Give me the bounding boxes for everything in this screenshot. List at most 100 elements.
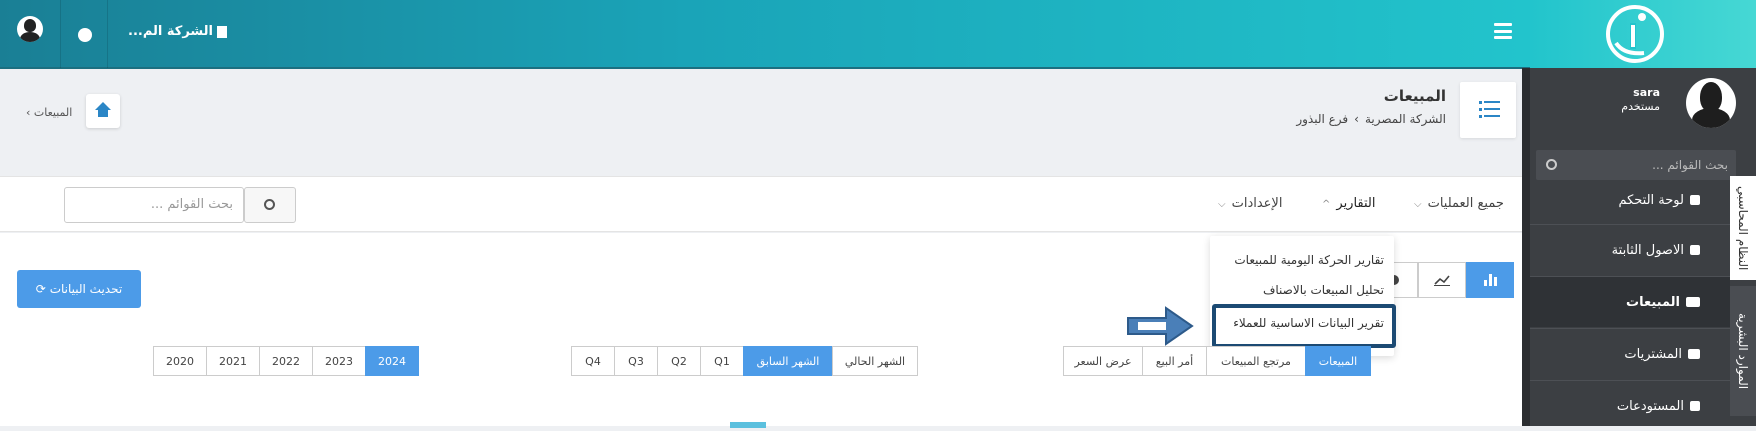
menu-label: جميع العمليات <box>1427 196 1504 211</box>
menu-settings[interactable]: الإعدادات ⌵ <box>1218 196 1282 211</box>
user-avatar[interactable] <box>1686 78 1736 128</box>
filter-label: 2024 <box>378 354 406 368</box>
highlight-box <box>1212 304 1396 348</box>
breadcrumb-item[interactable]: الشركة المصرية <box>1365 112 1446 126</box>
breadcrumb-current: المبيعات › <box>26 106 73 119</box>
sidebar-search-placeholder: بحث القوائم ... <box>1652 158 1728 172</box>
divider <box>60 0 61 68</box>
globe-icon[interactable] <box>78 28 92 42</box>
home-button[interactable] <box>86 94 120 128</box>
line-chart-icon <box>1434 275 1450 286</box>
search-placeholder: بحث القوائم ... <box>150 197 233 212</box>
filter-quote[interactable]: عرض السعر <box>1063 346 1143 376</box>
sidebar-item-label: الاصول الثابتة <box>1611 242 1684 258</box>
tab-label: النظام المحاسبي <box>1736 185 1750 271</box>
filter-sales-order[interactable]: أمر البيع <box>1142 346 1207 376</box>
filter-label: Q1 <box>714 354 730 368</box>
filter-q1[interactable]: Q1 <box>700 346 744 376</box>
dropdown-item-sales-by-items[interactable]: تحليل المبيعات بالاصناف <box>1263 283 1384 297</box>
menu-label: الإعدادات <box>1231 196 1283 211</box>
chevron-left-icon: › <box>1354 112 1359 126</box>
refresh-icon: ⟳ <box>35 282 46 296</box>
file-icon <box>1690 245 1700 255</box>
filter-label: الشهر الحالي <box>844 354 906 368</box>
list-menu-button[interactable] <box>1460 82 1516 138</box>
menu-reports[interactable]: التقارير ^ <box>1322 196 1376 211</box>
search-icon <box>264 199 275 210</box>
tab-accounting-system[interactable]: النظام المحاسبي <box>1730 176 1756 280</box>
sidebar-item-sales[interactable]: المبيعات <box>1530 277 1730 327</box>
info-icon <box>1690 195 1700 205</box>
chevron-down-icon: ⌵ <box>1218 199 1226 210</box>
user-avatar-icon[interactable] <box>17 16 43 42</box>
page-title: المبيعات <box>1383 87 1446 105</box>
filter-year-2020[interactable]: 2020 <box>153 346 207 376</box>
filter-label: الشهر السابق <box>756 354 820 368</box>
filter-q2[interactable]: Q2 <box>657 346 701 376</box>
top-bar <box>0 0 1530 68</box>
card-icon <box>1688 349 1700 359</box>
archive-icon <box>1690 401 1700 411</box>
menu-all-operations[interactable]: جميع العمليات ⌵ <box>1414 196 1504 211</box>
sidebar-item-fixed-assets[interactable]: الاصول الثابتة <box>1530 225 1730 275</box>
sidebar-item-label: المستودعات <box>1616 398 1684 414</box>
breadcrumb: الشركة المصرية › فرع البذور <box>1240 112 1446 126</box>
filter-label: Q3 <box>628 354 644 368</box>
breadcrumb-item[interactable]: فرع البذور <box>1296 112 1348 126</box>
dropdown-item-daily-sales[interactable]: تقارير الحركة اليومية للمبيعات <box>1234 253 1384 267</box>
sidebar-item-purchases[interactable]: المشتريات <box>1530 329 1730 379</box>
filter-label: مرتجع المبيعات <box>1221 354 1291 368</box>
filter-q3[interactable]: Q3 <box>614 346 658 376</box>
filter-year-2024[interactable]: 2024 <box>365 346 419 376</box>
refresh-data-button[interactable]: تحديث البيانات ⟳ <box>17 270 141 308</box>
filter-year-2023[interactable]: 2023 <box>312 346 366 376</box>
filter-label: أمر البيع <box>1155 354 1194 368</box>
filter-previous-month[interactable]: الشهر السابق <box>743 346 833 376</box>
user-role: مستخدم <box>1621 100 1660 113</box>
arrow-pointer-icon <box>1127 306 1194 346</box>
sidebar-divider <box>1522 68 1530 426</box>
filter-q4[interactable]: Q4 <box>571 346 615 376</box>
menu-label: التقارير <box>1336 196 1376 211</box>
divider <box>107 0 108 68</box>
filter-year-2021[interactable]: 2021 <box>206 346 260 376</box>
truck-icon <box>1686 297 1700 307</box>
building-icon <box>216 25 227 38</box>
tab-human-resources[interactable]: الموارد البشرية <box>1730 286 1756 416</box>
filter-label: 2023 <box>325 354 353 368</box>
menu-search-input[interactable]: بحث القوائم ... <box>64 187 244 223</box>
filter-label: Q2 <box>671 354 687 368</box>
sidebar-item-label: لوحة التحكم <box>1618 192 1684 208</box>
search-icon <box>1546 159 1557 170</box>
filter-sales-return[interactable]: مرتجع المبيعات <box>1206 346 1306 376</box>
line-chart-button[interactable] <box>1418 262 1466 298</box>
chevron-up-icon: ^ <box>1322 199 1331 210</box>
filter-current-month[interactable]: الشهر الحالي <box>832 346 918 376</box>
company-selector[interactable]: الشركة الم... <box>128 24 227 39</box>
type-filter-group: عرض السعر أمر البيع مرتجع المبيعات المبي… <box>1063 346 1371 376</box>
filter-year-2022[interactable]: 2022 <box>259 346 313 376</box>
legend-swatch <box>730 422 766 428</box>
hamburger-menu-icon[interactable] <box>1494 23 1512 39</box>
search-button[interactable] <box>244 187 296 223</box>
year-filter-group: 2020 2021 2022 2023 2024 <box>153 346 419 376</box>
sidebar-item-dashboard[interactable]: لوحة التحكم <box>1530 176 1730 224</box>
sidebar-item-label: المبيعات <box>1626 294 1680 310</box>
filter-label: 2021 <box>219 354 247 368</box>
user-name: sara <box>1633 86 1660 99</box>
filter-label: Q4 <box>585 354 601 368</box>
chevron-down-icon: ⌵ <box>1414 199 1422 210</box>
bar-chart-icon <box>1483 274 1497 286</box>
filter-label: المبيعات <box>1318 354 1358 368</box>
filter-label: 2022 <box>272 354 300 368</box>
tab-label: الموارد البشرية <box>1736 312 1750 390</box>
period-filter-group: Q4 Q3 Q2 Q1 الشهر السابق الشهر الحالي <box>571 346 918 376</box>
bar-chart-button[interactable] <box>1466 262 1514 298</box>
breadcrumb-current-label: المبيعات <box>33 106 73 119</box>
filter-sales[interactable]: المبيعات <box>1305 346 1371 376</box>
company-name: الشركة الم... <box>128 24 213 39</box>
refresh-label: تحديث البيانات <box>49 282 123 296</box>
app-logo <box>1606 5 1664 63</box>
sidebar-item-label: المشتريات <box>1624 346 1682 362</box>
sidebar-item-warehouses[interactable]: المستودعات <box>1530 381 1730 431</box>
